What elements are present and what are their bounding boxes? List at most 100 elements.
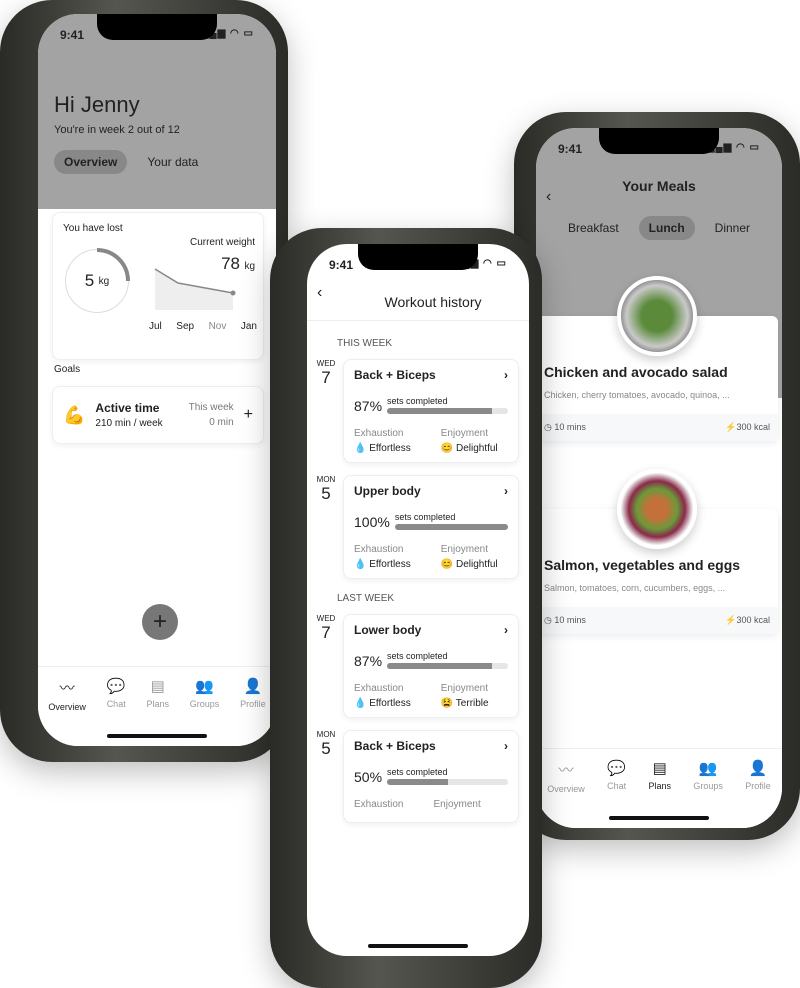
exhaustion-value: Effortless: [369, 443, 411, 454]
week-label: This week: [188, 402, 234, 413]
exhaustion-label: Exhaustion: [354, 683, 404, 694]
workout-row: WED 7 Lower body › 87% sets completed Exhau…: [315, 614, 519, 718]
profile-icon: 👤: [748, 760, 768, 777]
profile-icon: 👤: [243, 678, 263, 695]
plus-icon: +: [152, 608, 167, 635]
page-title: Your Meals: [622, 178, 696, 194]
month-label: Jul: [149, 321, 162, 332]
workout-row: MON 5 Upper body › 100% sets completed Exha…: [315, 475, 519, 579]
nav-overview[interactable]: 〰 Overview: [48, 677, 86, 746]
tab-lunch[interactable]: Lunch: [638, 216, 695, 240]
groups-icon: 👥: [195, 678, 214, 695]
tab-breakfast[interactable]: Breakfast: [558, 216, 629, 240]
exhaustion-value: Effortless: [369, 559, 411, 570]
goal-card-active-time[interactable]: 💪 Active time 210 min / week This week 0 m…: [52, 386, 264, 444]
workout-card[interactable]: Back + Biceps › 50% sets completed Exhaust…: [343, 730, 519, 823]
workout-card[interactable]: Lower body › 87% sets completed Exhaustion…: [343, 614, 519, 718]
meal-time: 10 mins: [554, 615, 586, 625]
activity-icon: 〰: [59, 680, 75, 697]
enjoyment-value: Delightful: [455, 443, 498, 454]
nav-profile[interactable]: 👤 Profile: [240, 677, 266, 746]
chevron-right-icon: ›: [504, 368, 508, 382]
meal-kcal: 300 kcal: [736, 422, 770, 432]
status-time: 9:41: [558, 142, 583, 156]
meal-card[interactable]: Chicken and avocado salad Chicken, cherry…: [536, 276, 778, 441]
enjoyment-label: Enjoyment: [440, 428, 488, 439]
add-button[interactable]: +: [142, 604, 178, 640]
lost-label: You have lost: [63, 223, 123, 234]
workout-name: Upper body: [354, 484, 421, 498]
home-indicator: [609, 816, 709, 820]
chevron-right-icon: ›: [504, 484, 508, 498]
home-indicator: [368, 944, 468, 948]
notch: [97, 14, 217, 40]
document-icon: ▤: [652, 760, 667, 777]
meal-card[interactable]: Salmon, vegetables and eggs Salmon, tomat…: [536, 469, 778, 634]
workout-row: WED 7 Back + Biceps › 87% sets completed Ex…: [315, 359, 519, 463]
tab-your-data[interactable]: Your data: [137, 150, 208, 174]
meal-time: 10 mins: [554, 422, 586, 432]
completion-percent: 50%: [354, 769, 383, 785]
workout-card[interactable]: Upper body › 100% sets completed Exhaustio…: [343, 475, 519, 579]
workout-name: Back + Biceps: [354, 739, 436, 753]
clock-icon: ◷: [544, 422, 552, 432]
goal-target: 210 min / week: [95, 418, 163, 429]
meal-photo-salad: [617, 276, 697, 356]
status-time: 9:41: [60, 28, 85, 42]
subtitle: You're in week 2 out of 12: [54, 124, 180, 136]
workout-card[interactable]: Back + Biceps › 87% sets completed Exhaust…: [343, 359, 519, 463]
progress-bar: [387, 408, 508, 414]
tab-overview[interactable]: Overview: [54, 150, 128, 174]
phone-meals: 9:41 ▂▄▆ ◠ ▭ ‹ Your Meals Breakfast Lunch…: [514, 112, 800, 840]
notch: [599, 128, 719, 154]
exhaustion-label: Exhaustion: [354, 799, 404, 810]
document-icon: ▤: [150, 678, 165, 695]
date: 7: [321, 368, 331, 387]
lightning-icon: ⚡: [725, 422, 737, 432]
completion-percent: 100%: [354, 514, 390, 530]
add-goal-plus-icon[interactable]: +: [244, 406, 253, 424]
activity-icon: 〰: [558, 762, 574, 779]
month-label: Jan: [240, 321, 257, 332]
emoji-icon: 😫: [440, 698, 454, 709]
week-value: 0 min: [209, 417, 234, 428]
sets-label: sets completed: [394, 512, 456, 522]
chat-icon: 💬: [106, 678, 126, 695]
weekday: MON: [316, 730, 336, 739]
chevron-right-icon: ›: [504, 623, 508, 637]
lightning-icon: ⚡: [725, 615, 737, 625]
workout-name: Back + Biceps: [354, 368, 436, 382]
flexed-biceps-icon: 💪: [63, 404, 86, 425]
phone-overview: 9:41 ▂▄▆ ◠ ▭ Hi Jenny You're in week 2 ou…: [0, 0, 288, 762]
enjoyment-label: Enjoyment: [440, 544, 488, 555]
meal-photo-salmon: [617, 469, 697, 549]
overview-screen: 9:41 ▂▄▆ ◠ ▭ Hi Jenny You're in week 2 ou…: [38, 14, 276, 746]
weight-lost-ring: 5 kg: [65, 248, 130, 313]
meal-name: Chicken and avocado salad: [544, 364, 728, 380]
nav-profile[interactable]: 👤 Profile: [745, 759, 771, 828]
meal-desc: Salmon, tomatoes, corn, cucumbers, eggs,…: [544, 583, 726, 593]
date: 5: [321, 739, 331, 758]
notch: [358, 244, 478, 270]
progress-bar: [387, 779, 508, 785]
exhaustion-label: Exhaustion: [354, 428, 404, 439]
drop-icon: 💧: [354, 559, 367, 570]
sets-label: sets completed: [387, 767, 448, 777]
groups-icon: 👥: [698, 760, 718, 777]
drop-icon: 💧: [354, 698, 367, 709]
completion-percent: 87%: [354, 398, 383, 414]
weekday: MON: [316, 475, 336, 484]
section-label: THIS WEEK: [337, 338, 393, 349]
emoji-icon: 😊: [440, 443, 454, 454]
weekday: WED: [316, 614, 336, 623]
weekday: WED: [316, 359, 336, 368]
date: 5: [321, 484, 331, 503]
exhaustion-value: Effortless: [369, 698, 411, 709]
tab-dinner[interactable]: Dinner: [705, 216, 760, 240]
nav-overview[interactable]: 〰 Overview: [547, 759, 585, 828]
workout-row: MON 5 Back + Biceps › 50% sets completed Ex…: [315, 730, 519, 823]
greeting: Hi Jenny: [54, 92, 140, 117]
workout-name: Lower body: [354, 623, 422, 637]
enjoyment-value: Delightful: [455, 559, 498, 570]
completion-percent: 87%: [354, 653, 383, 669]
